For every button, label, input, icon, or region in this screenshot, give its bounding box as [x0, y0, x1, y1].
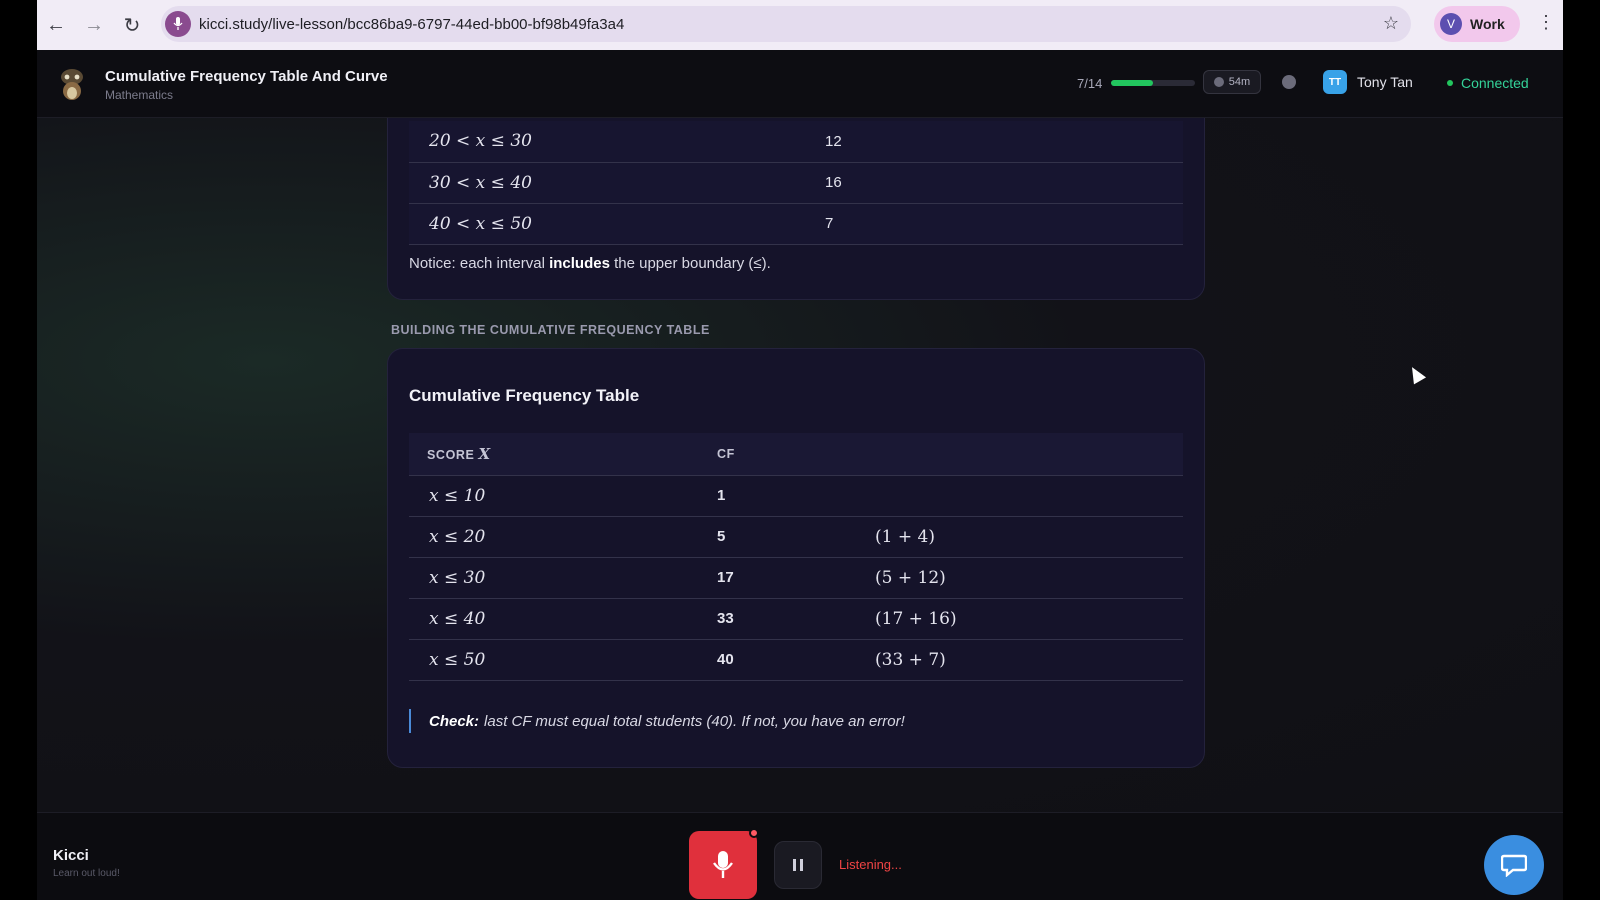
interval-cell: 40 < x ≤ 50 — [409, 203, 825, 245]
sum-cell: (33 + 7) — [875, 639, 1183, 681]
listening-status: Listening... — [839, 857, 902, 872]
sum-cell: (1 + 4) — [875, 516, 1183, 558]
clock-icon — [1213, 77, 1224, 87]
col-header-score: SCORE X — [409, 433, 717, 476]
table-row: x ≤ 20 5 (1 + 4) — [409, 516, 1183, 558]
cf-table-header: SCORE X CF — [409, 433, 1183, 476]
sum-cell: (17 + 16) — [875, 598, 1183, 640]
microphone-icon — [713, 851, 733, 878]
cf-cell: 17 — [717, 557, 875, 599]
microphone-button[interactable] — [689, 831, 757, 899]
cf-cell: 5 — [717, 516, 875, 558]
back-icon[interactable]: ← — [37, 6, 75, 44]
browser-window: ← → ↻ kicci.study/live-lesson/bcc86ba9-6… — [37, 0, 1563, 900]
lesson-subject: Mathematics — [105, 88, 174, 102]
url-text[interactable]: kicci.study/live-lesson/bcc86ba9-6797-44… — [199, 16, 624, 33]
brand-tagline: Learn out loud! — [53, 868, 120, 879]
status-dot-icon — [1447, 80, 1453, 86]
table-row: x ≤ 10 1 — [409, 475, 1183, 517]
cf-table-title: Cumulative Frequency Table — [409, 386, 640, 405]
pause-icon — [793, 859, 796, 871]
brand-name: Kicci — [53, 847, 89, 864]
bound-cell: x ≤ 30 — [409, 557, 717, 599]
lesson-title: Cumulative Frequency Table And Curve — [105, 68, 388, 85]
interval-cell: 30 < x ≤ 40 — [409, 162, 825, 204]
bound-cell: x ≤ 10 — [409, 475, 717, 517]
timer-badge: 54m — [1203, 70, 1261, 94]
check-callout: Check: last CF must equal total students … — [409, 709, 905, 733]
connection-status: Connected — [1447, 75, 1529, 91]
progress-count: 7/14 — [1077, 76, 1103, 91]
table-row: x ≤ 40 33 (17 + 16) — [409, 598, 1183, 640]
table-row: x ≤ 30 17 (5 + 12) — [409, 557, 1183, 599]
frequency-cell: 12 — [825, 121, 1183, 163]
connection-status-text: Connected — [1461, 75, 1529, 91]
bound-cell: x ≤ 40 — [409, 598, 717, 640]
chat-bubble-icon — [1501, 854, 1527, 877]
lesson-content[interactable]: 20 < x ≤ 30 12 30 < x ≤ 40 16 40 < x ≤ 50 7 N… — [37, 118, 1563, 812]
cf-cell: 33 — [717, 598, 875, 640]
user-name: Tony Tan — [1357, 74, 1413, 90]
mic-permission-icon[interactable] — [165, 11, 191, 37]
cf-table-card: Cumulative Frequency Table SCORE X CF x ≤… — [387, 348, 1205, 768]
kicci-logo-icon — [61, 69, 83, 100]
col-header-cf: CF — [717, 433, 875, 476]
forward-icon[interactable]: → — [75, 6, 113, 44]
profile-label: Work — [1470, 16, 1505, 32]
mouse-cursor-icon — [1405, 363, 1427, 385]
chat-button[interactable] — [1484, 835, 1544, 895]
browser-toolbar: ← → ↻ kicci.study/live-lesson/bcc86ba9-6… — [37, 0, 1563, 50]
user-chip[interactable]: TT Tony Tan — [1323, 70, 1413, 94]
bookmark-star-icon[interactable]: ☆ — [1383, 13, 1399, 34]
table-row: 20 < x ≤ 30 12 — [409, 121, 1183, 163]
progress-bar — [1111, 80, 1195, 86]
cf-cell: 1 — [717, 475, 875, 517]
cf-table: SCORE X CF x ≤ 10 1 x ≤ 20 5 (1 + 4) x ≤ 30 17(… — [409, 433, 1183, 681]
history-icon[interactable] — [1282, 75, 1296, 89]
pause-button[interactable] — [774, 841, 822, 889]
col-header-blank — [875, 433, 1183, 476]
section-label: BUILDING THE CUMULATIVE FREQUENCY TABLE — [391, 323, 710, 337]
profile-chip[interactable]: V Work — [1434, 6, 1520, 42]
table-row: 30 < x ≤ 40 16 — [409, 162, 1183, 204]
cf-cell: 40 — [717, 639, 875, 681]
progress-bar-fill — [1111, 80, 1153, 86]
frequency-table-card: 20 < x ≤ 30 12 30 < x ≤ 40 16 40 < x ≤ 50 7 N… — [387, 118, 1205, 300]
timer-value: 54m — [1228, 76, 1251, 88]
reload-icon[interactable]: ↻ — [113, 6, 151, 44]
frequency-cell: 16 — [825, 162, 1183, 204]
recording-indicator — [749, 828, 759, 838]
address-bar[interactable]: kicci.study/live-lesson/bcc86ba9-6797-44… — [161, 6, 1411, 42]
sum-cell: (5 + 12) — [875, 557, 1183, 599]
table-row: 40 < x ≤ 50 7 — [409, 203, 1183, 245]
table-row: x ≤ 50 40 (33 + 7) — [409, 639, 1183, 681]
interval-cell: 20 < x ≤ 30 — [409, 121, 825, 163]
more-menu-icon[interactable]: ⋮ — [1537, 12, 1555, 33]
user-avatar: TT — [1323, 70, 1347, 94]
frequency-cell: 7 — [825, 203, 1183, 245]
bound-cell: x ≤ 20 — [409, 516, 717, 558]
sum-cell — [875, 475, 1183, 517]
voice-footer: Kicci Learn out loud! Listening... — [37, 812, 1563, 900]
profile-avatar: V — [1440, 13, 1462, 35]
app-header: Cumulative Frequency Table And Curve Mat… — [37, 50, 1563, 118]
frequency-table: 20 < x ≤ 30 12 30 < x ≤ 40 16 40 < x ≤ 50 7 — [409, 121, 1183, 245]
bound-cell: x ≤ 50 — [409, 639, 717, 681]
notice-text: Notice: each interval includes the upper… — [409, 255, 771, 272]
